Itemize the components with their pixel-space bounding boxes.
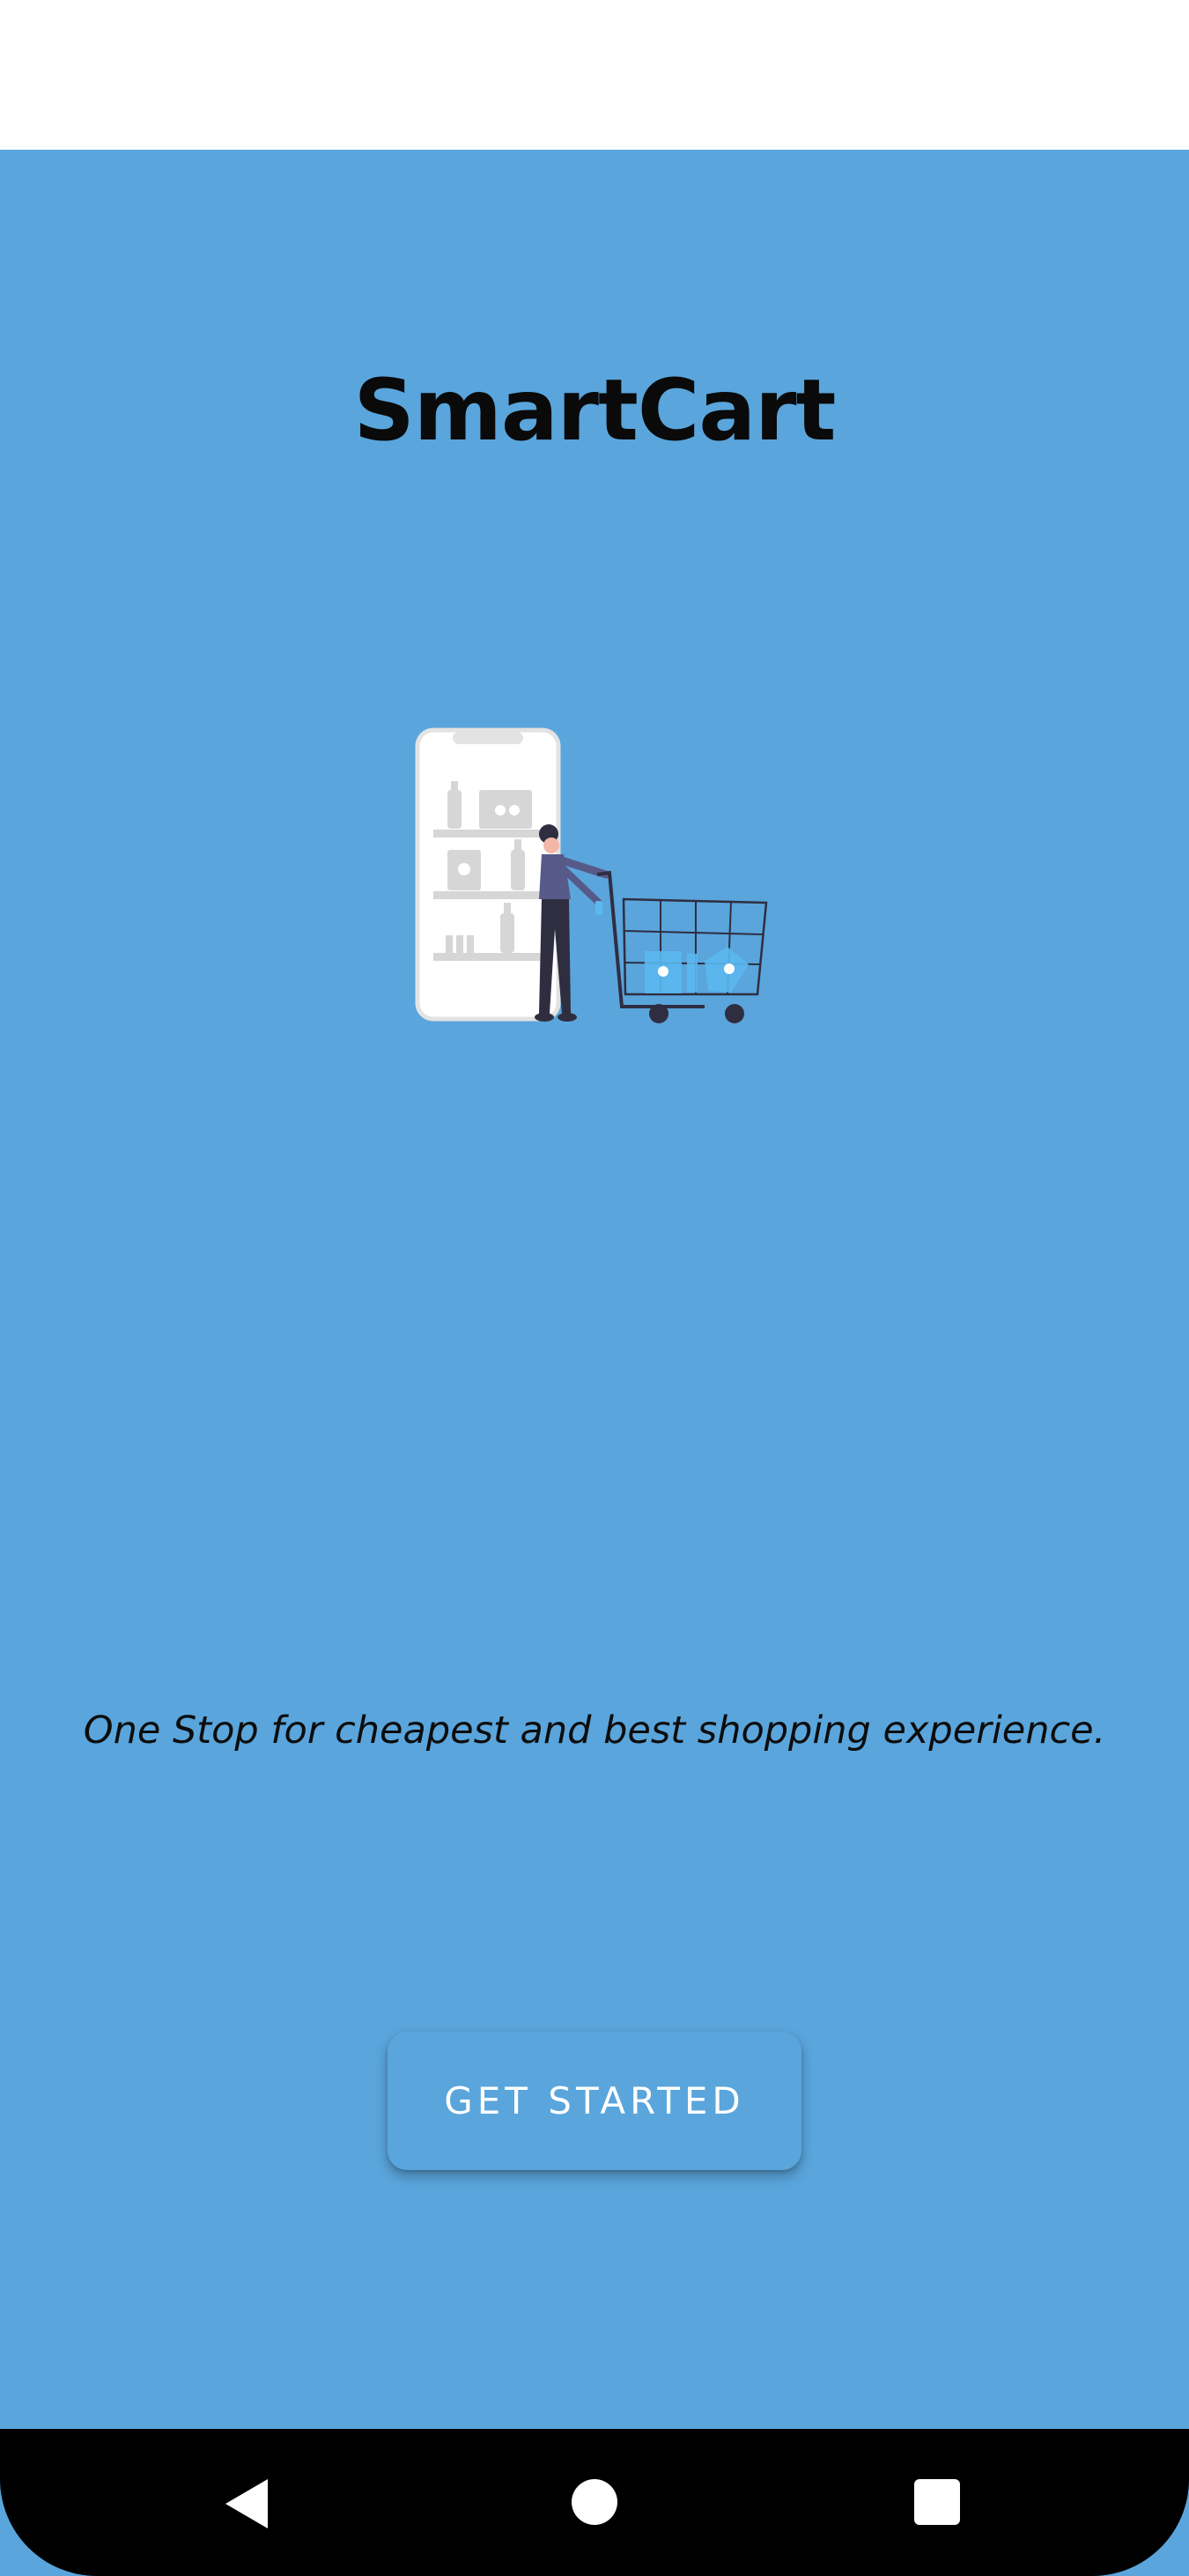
- nav-home-button[interactable]: [506, 2429, 683, 2576]
- nav-back-button[interactable]: [160, 2429, 336, 2576]
- get-started-button[interactable]: GET STARTED: [388, 2032, 801, 2170]
- recents-icon: [914, 2479, 960, 2525]
- status-bar: [0, 0, 1189, 150]
- home-icon: [572, 2479, 617, 2525]
- app-title: SmartCart: [353, 361, 837, 460]
- tagline: One Stop for cheapest and best shopping …: [83, 1709, 1106, 1753]
- nav-recents-button[interactable]: [849, 2429, 1025, 2576]
- back-icon: [225, 2479, 268, 2528]
- system-nav-bar: [0, 2429, 1189, 2576]
- shopping-illustration: [415, 727, 768, 1023]
